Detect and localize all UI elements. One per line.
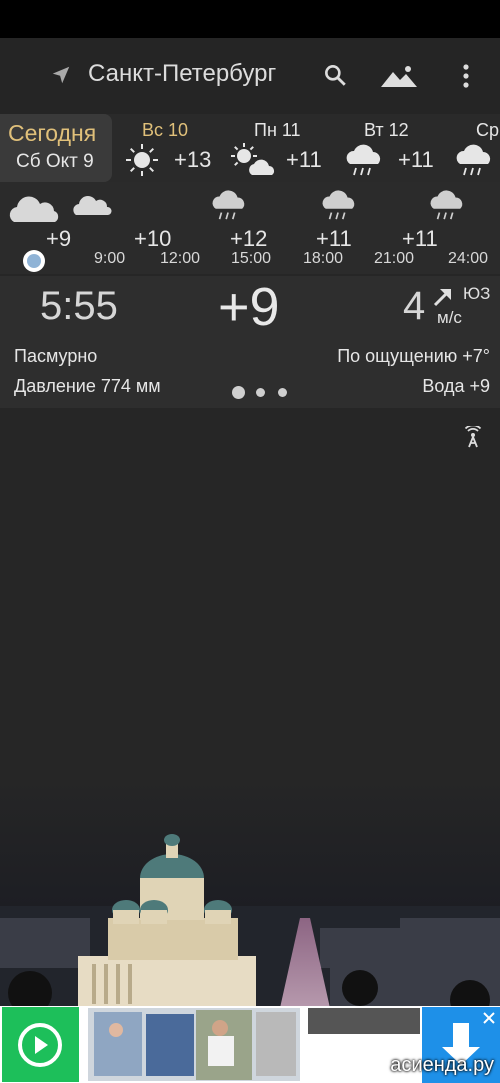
day-temp: +13 (174, 147, 212, 172)
hour-temp: +11 (316, 226, 352, 251)
day-name: Ср (476, 120, 500, 140)
cloud-rain-icon (346, 144, 381, 176)
condition-text: Пасмурно (14, 346, 98, 366)
hour-time: 9:00 (94, 250, 126, 267)
day-today[interactable]: Сегодня Сб Окт 9 (0, 114, 112, 182)
hour-time: 12:00 (160, 250, 201, 267)
day-item[interactable]: Вс 10 +13 (120, 114, 230, 182)
ad-banner[interactable]: асиенда.ру (0, 1006, 500, 1083)
cloud-rain-icon (212, 190, 245, 220)
page-indicator[interactable] (232, 386, 292, 400)
hour-time: 18:00 (303, 250, 344, 267)
wind-unit: м/с (437, 308, 462, 327)
city-name[interactable]: Санкт-Петербург (88, 60, 276, 88)
hour-temp: +9 (46, 226, 72, 251)
cloud-rain-icon (456, 144, 491, 176)
search-icon[interactable] (322, 62, 348, 88)
day-name: Вт 12 (364, 120, 409, 140)
city-photo (0, 778, 500, 1006)
cloud-icon (73, 196, 112, 215)
pressure: Давление 774 мм (14, 376, 161, 396)
wind-direction: ЮЗ (463, 284, 491, 303)
hour-time: 15:00 (231, 250, 272, 267)
radar-icon[interactable] (462, 426, 484, 448)
day-item[interactable]: Вт 12 +11 (340, 114, 450, 182)
hour-temp: +12 (230, 226, 268, 251)
hour-time: 21:00 (374, 250, 415, 267)
sun-cloud-icon (231, 143, 274, 175)
top-bar: Санкт-Петербург (0, 38, 500, 114)
day-name: Пн 11 (254, 120, 301, 140)
cloud-rain-icon (322, 190, 355, 220)
hour-time: 24:00 (448, 250, 489, 267)
hourly-forecast[interactable]: +9 +10 +12 +11 +11 9:00 12:00 15:00 18:0… (0, 182, 500, 274)
now-indicator (23, 250, 45, 272)
sun-icon (126, 144, 158, 176)
feels-like: По ощущению +7° (337, 346, 490, 366)
page-dot (256, 388, 265, 397)
page-dot (278, 388, 287, 397)
watermark-text: асиенда.ру (390, 1054, 494, 1076)
location-arrow-icon[interactable] (50, 64, 72, 86)
more-vert-icon[interactable] (456, 62, 476, 90)
today-label: Сегодня (8, 120, 97, 146)
hour-temp: +11 (402, 226, 438, 251)
status-bar (0, 0, 500, 38)
day-temp: +11 (398, 147, 434, 172)
today-date: Сб Окт 9 (16, 151, 94, 172)
daily-forecast: Сегодня Сб Окт 9 Вс 10 +13 Пн 11 +11 Вт … (0, 114, 500, 182)
photo-landscape-icon[interactable] (380, 64, 418, 88)
day-name: Вс 10 (142, 120, 189, 140)
current-conditions[interactable]: 5:55 +9 4 ЮЗ м/с Пасмурно По ощущению +7… (0, 276, 500, 408)
water-temp: Вода +9 (422, 376, 490, 396)
cloud-icon (9, 196, 59, 222)
day-item[interactable]: Пн 11 +11 (230, 114, 340, 182)
ad-thumbnail[interactable] (308, 1008, 420, 1034)
day-temp: +11 (286, 147, 322, 172)
ad-play-icon[interactable] (2, 1007, 79, 1082)
ad-image[interactable] (88, 1008, 300, 1081)
current-time: 5:55 (40, 284, 118, 328)
weather-app: Санкт-Петербург Сегодня Сб Окт 9 Вс 10 +… (0, 38, 500, 1006)
page-dot-active (232, 386, 245, 399)
cloud-rain-icon (430, 190, 463, 220)
wind-speed: 4 (403, 284, 426, 328)
day-item[interactable]: Ср (450, 114, 500, 182)
current-temp: +9 (218, 277, 280, 337)
wind-direction-icon (433, 289, 451, 307)
hour-temp: +10 (134, 226, 172, 251)
